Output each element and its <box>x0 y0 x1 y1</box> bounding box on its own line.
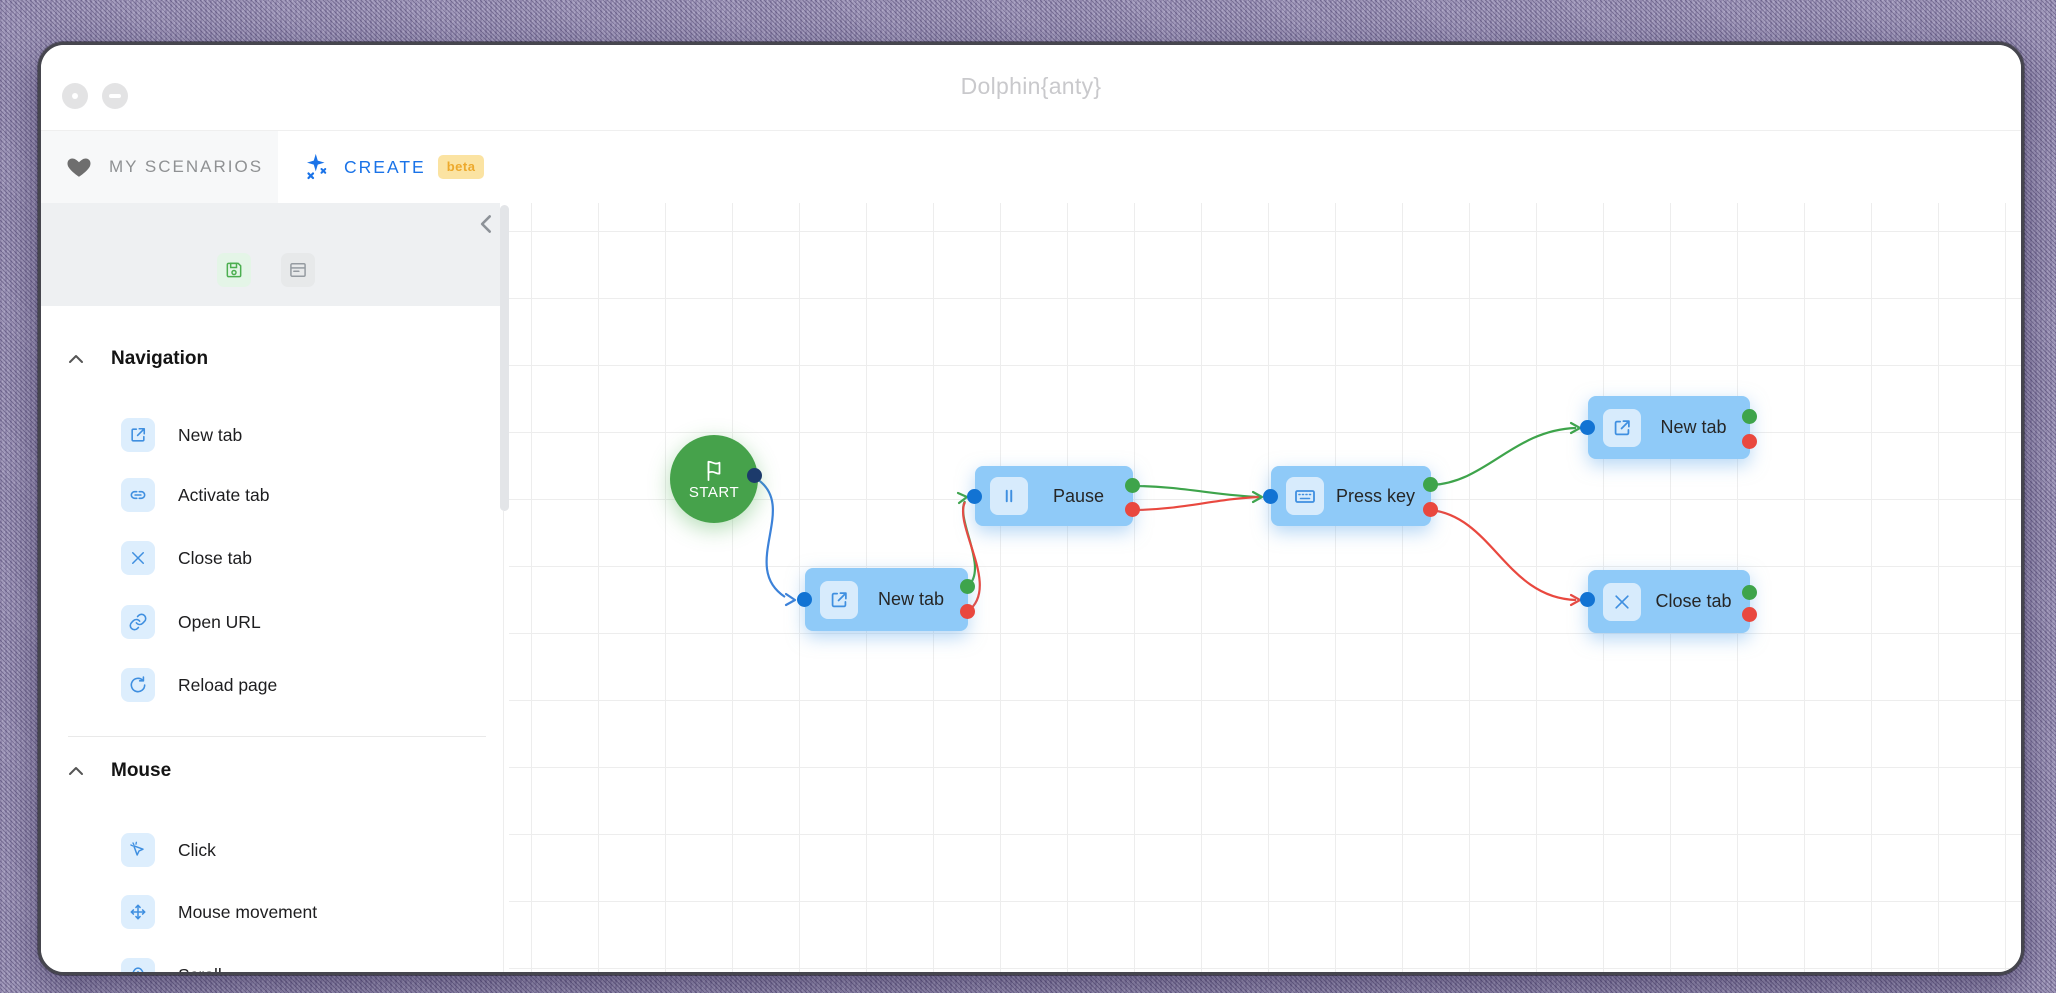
sidebar-item-label: Close tab <box>178 548 252 569</box>
sidebar-item-label: Reload page <box>178 675 277 696</box>
sidebar-item-label: Scroll <box>178 965 222 976</box>
sparkles-icon <box>302 152 332 182</box>
port-success-output[interactable] <box>1125 478 1140 493</box>
scroll-icon <box>121 958 155 975</box>
sidebar-item-new-tab[interactable]: New tab <box>41 413 500 457</box>
node-pause[interactable]: Pause <box>975 466 1133 526</box>
sidebar-collapse-button[interactable] <box>474 211 500 237</box>
tab-create[interactable]: CREATE beta <box>278 131 502 203</box>
sidebar-item-label: Open URL <box>178 612 261 633</box>
new-tab-icon <box>1603 409 1641 447</box>
sidebar-item-close-tab[interactable]: Close tab <box>41 536 500 580</box>
click-icon <box>121 833 155 867</box>
desktop-background: Dolphin{anty} MY SCENARIOS CREATE beta <box>0 0 2056 993</box>
chevron-left-icon <box>474 211 500 237</box>
actions-sidebar: Navigation New tab Activate tab Close ta… <box>41 306 500 975</box>
port-start-output[interactable] <box>747 468 762 483</box>
sidebar-item-mouse-movement[interactable]: Mouse movement <box>41 890 500 934</box>
keyboard-icon <box>1286 477 1324 515</box>
flag-icon <box>703 458 725 482</box>
sidebar-header <box>41 203 500 306</box>
mouse-movement-icon <box>121 895 155 929</box>
new-tab-icon <box>121 418 155 452</box>
section-navigation[interactable]: Navigation <box>41 341 500 377</box>
sidebar-item-reload-page[interactable]: Reload page <box>41 663 500 707</box>
chevron-up-icon <box>68 354 84 364</box>
heart-icon <box>65 154 93 180</box>
node-label: New tab <box>858 589 968 610</box>
port-error-output[interactable] <box>960 604 975 619</box>
node-close-tab[interactable]: Close tab <box>1588 570 1750 633</box>
save-scenario-button[interactable] <box>217 253 251 287</box>
node-label: Close tab <box>1641 591 1750 612</box>
node-new-tab-1[interactable]: New tab <box>805 568 968 631</box>
section-mouse-label: Mouse <box>111 760 171 782</box>
templates-panel-button[interactable] <box>281 253 315 287</box>
start-node[interactable]: START <box>670 435 758 523</box>
tab-my-scenarios[interactable]: MY SCENARIOS <box>41 131 278 203</box>
node-press-key[interactable]: Press key <box>1271 466 1431 526</box>
app-window: Dolphin{anty} MY SCENARIOS CREATE beta <box>38 42 2024 975</box>
port-success-output[interactable] <box>1423 477 1438 492</box>
sidebar-item-activate-tab[interactable]: Activate tab <box>41 473 500 517</box>
tab-create-label: CREATE <box>344 157 426 178</box>
port-input[interactable] <box>1263 489 1278 504</box>
port-error-output[interactable] <box>1742 607 1757 622</box>
port-input[interactable] <box>797 592 812 607</box>
beta-badge: beta <box>438 155 485 179</box>
sidebar-item-label: New tab <box>178 425 242 446</box>
scenario-canvas[interactable] <box>509 203 2024 975</box>
port-input[interactable] <box>1580 592 1595 607</box>
new-tab-icon <box>820 581 858 619</box>
sidebar-scrollbar-thumb[interactable] <box>500 205 509 511</box>
port-success-output[interactable] <box>1742 585 1757 600</box>
save-icon <box>224 260 244 280</box>
activate-tab-icon <box>121 478 155 512</box>
section-navigation-label: Navigation <box>111 348 208 370</box>
close-tab-icon <box>1603 583 1641 621</box>
port-input[interactable] <box>1580 420 1595 435</box>
node-label: Pause <box>1028 486 1133 507</box>
node-label: New tab <box>1641 417 1750 438</box>
browser-panel-icon <box>288 260 308 280</box>
window-title: Dolphin{anty} <box>41 73 2021 100</box>
sidebar-item-label: Click <box>178 840 216 861</box>
reload-page-icon <box>121 668 155 702</box>
port-input[interactable] <box>967 489 982 504</box>
tab-bar: MY SCENARIOS CREATE beta <box>41 131 2021 203</box>
chevron-up-icon <box>68 766 84 776</box>
section-divider <box>68 736 486 737</box>
pause-icon <box>990 477 1028 515</box>
port-success-output[interactable] <box>960 579 975 594</box>
close-tab-icon <box>121 541 155 575</box>
tab-my-scenarios-label: MY SCENARIOS <box>109 157 263 177</box>
sidebar-item-label: Activate tab <box>178 485 269 506</box>
open-url-icon <box>121 605 155 639</box>
start-node-label: START <box>689 484 739 501</box>
port-error-output[interactable] <box>1423 502 1438 517</box>
port-success-output[interactable] <box>1742 409 1757 424</box>
sidebar-border <box>503 511 504 975</box>
node-new-tab-2[interactable]: New tab <box>1588 396 1750 459</box>
titlebar: Dolphin{anty} <box>41 45 2021 130</box>
port-error-output[interactable] <box>1742 434 1757 449</box>
port-error-output[interactable] <box>1125 502 1140 517</box>
section-mouse[interactable]: Mouse <box>41 753 500 789</box>
sidebar-item-click[interactable]: Click <box>41 828 500 872</box>
sidebar-item-open-url[interactable]: Open URL <box>41 600 500 644</box>
sidebar-item-scroll[interactable]: Scroll <box>41 953 500 975</box>
node-label: Press key <box>1324 486 1431 507</box>
sidebar-item-label: Mouse movement <box>178 902 317 923</box>
